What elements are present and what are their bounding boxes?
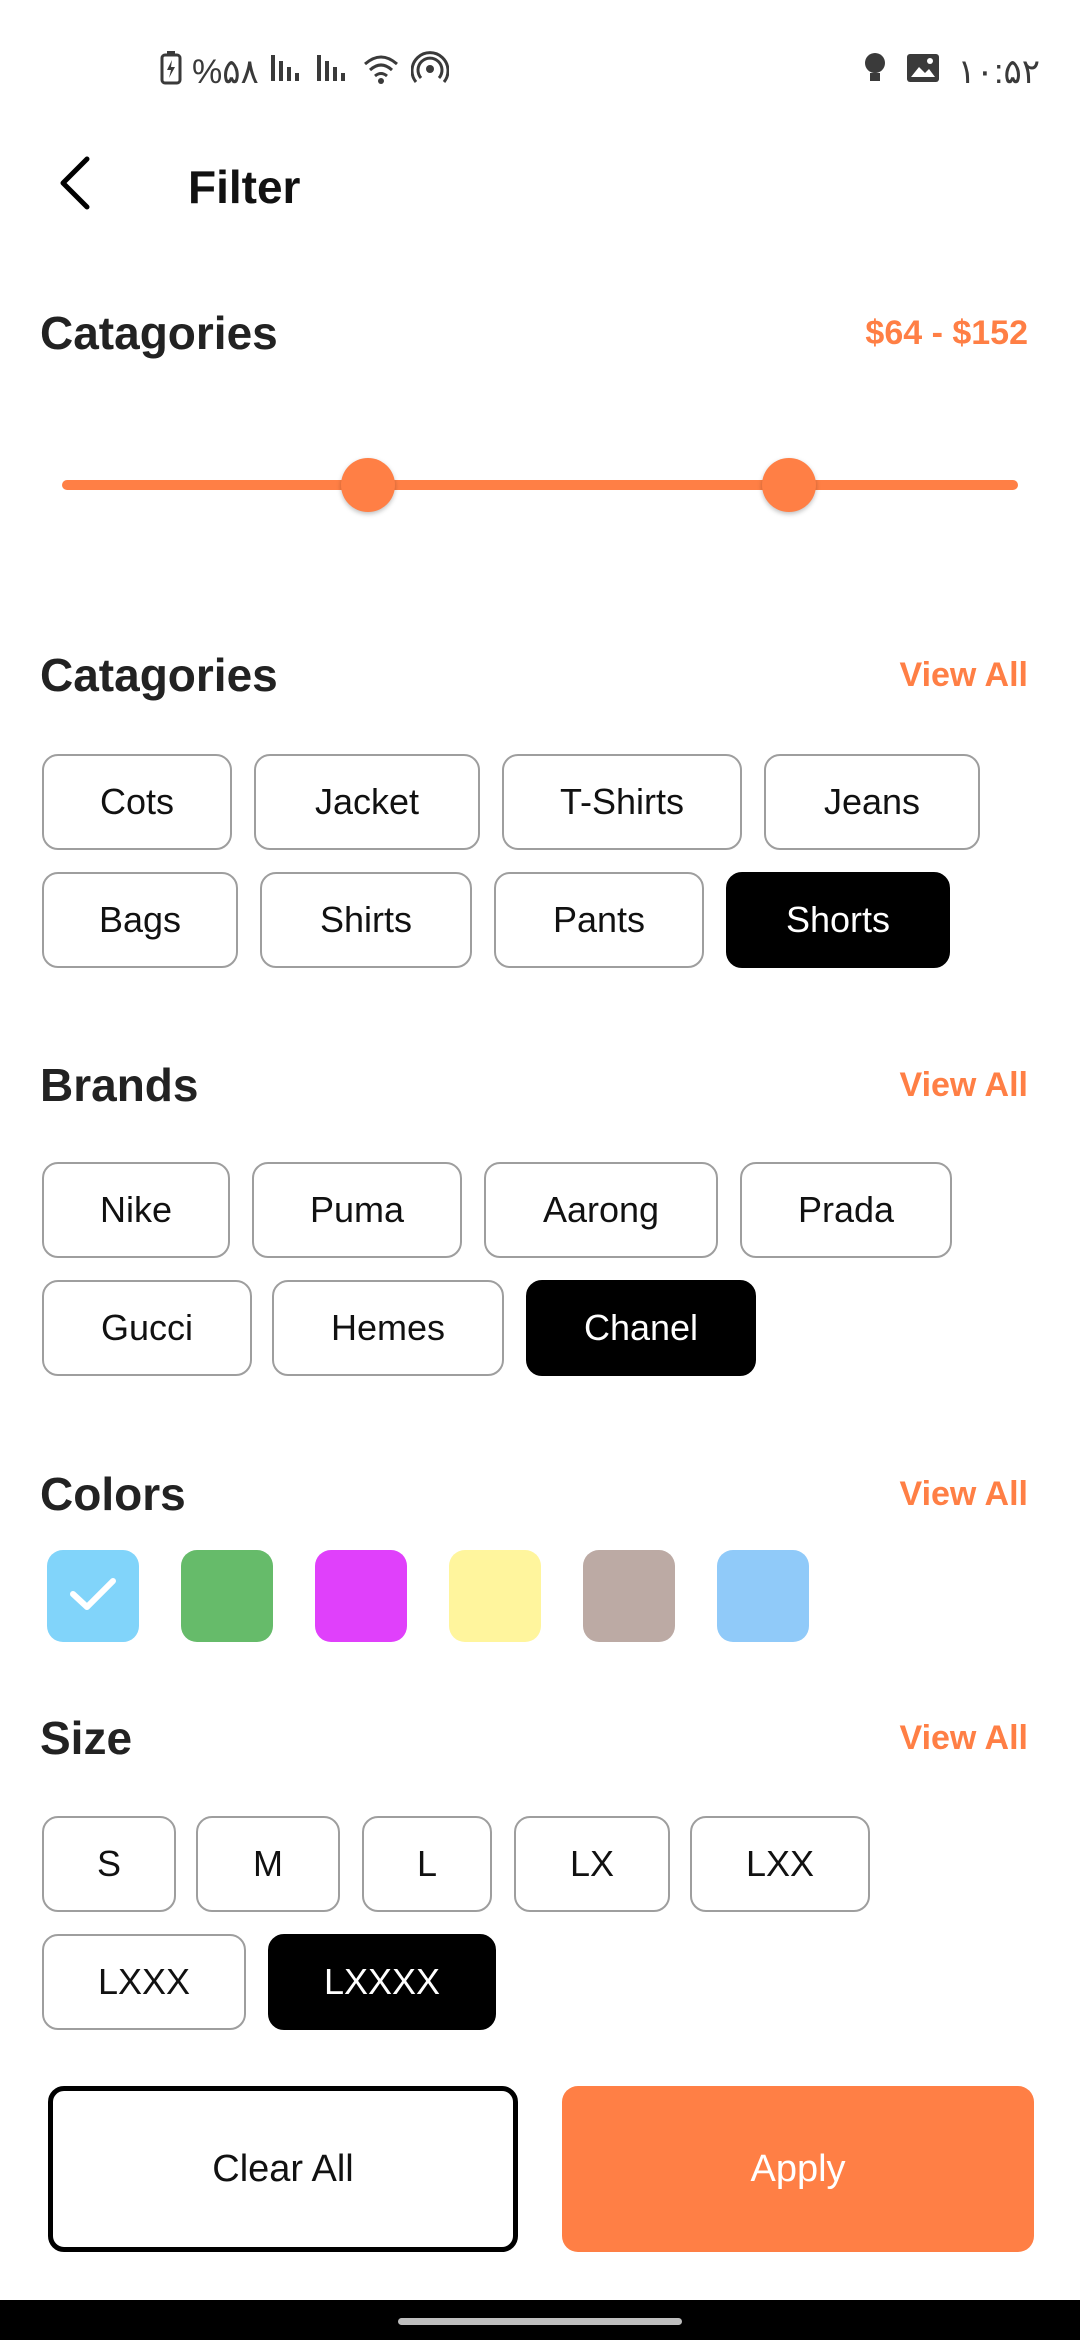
brand-chip-prada[interactable]: Prada bbox=[740, 1162, 952, 1258]
category-chip-jacket[interactable]: Jacket bbox=[254, 754, 480, 850]
category-chip-jeans[interactable]: Jeans bbox=[764, 754, 980, 850]
price-slider-max-thumb[interactable] bbox=[761, 458, 816, 512]
size-chip-m[interactable]: M bbox=[196, 1816, 340, 1912]
categories-section-title: Catagories bbox=[40, 649, 278, 701]
colors-section-title: Colors bbox=[40, 1468, 186, 1520]
category-chip-shirts[interactable]: Shirts bbox=[260, 872, 472, 968]
price-slider-min-thumb[interactable] bbox=[340, 458, 395, 512]
category-chip-shorts[interactable]: Shorts bbox=[726, 872, 950, 968]
bulb-icon bbox=[862, 51, 888, 94]
size-chip-lxx[interactable]: LXX bbox=[690, 1816, 870, 1912]
hotspot-icon bbox=[410, 50, 450, 94]
category-chip-t-shirts[interactable]: T-Shirts bbox=[502, 754, 742, 850]
battery-icon bbox=[160, 50, 182, 94]
size-chip-lx[interactable]: LX bbox=[514, 1816, 670, 1912]
color-swatch-light-blue[interactable] bbox=[47, 1550, 139, 1642]
clear-all-button[interactable]: Clear All bbox=[48, 2086, 518, 2252]
colors-view-all-link[interactable]: View All bbox=[900, 1475, 1029, 1514]
color-swatch-sky-blue[interactable] bbox=[717, 1550, 809, 1642]
category-chip-pants[interactable]: Pants bbox=[494, 872, 704, 968]
color-swatch-green[interactable] bbox=[181, 1550, 273, 1642]
check-icon bbox=[67, 1574, 119, 1619]
size-section-title: Size bbox=[40, 1712, 133, 1764]
color-swatch-magenta[interactable] bbox=[315, 1550, 407, 1642]
signal-icon bbox=[269, 53, 305, 92]
brand-chip-chanel[interactable]: Chanel bbox=[526, 1280, 756, 1376]
size-chip-lxxxx[interactable]: LXXXX bbox=[268, 1934, 496, 2030]
size-view-all-link[interactable]: View All bbox=[900, 1719, 1029, 1758]
apply-button[interactable]: Apply bbox=[562, 2086, 1034, 2252]
size-chip-lxxx[interactable]: LXXX bbox=[42, 1934, 246, 2030]
brands-view-all-link[interactable]: View All bbox=[900, 1066, 1029, 1105]
size-chip-s[interactable]: S bbox=[42, 1816, 176, 1912]
back-arrow-icon bbox=[55, 155, 95, 216]
status-bar-right: ۱۰:۵۲ bbox=[862, 50, 1041, 94]
brand-chip-puma[interactable]: Puma bbox=[252, 1162, 462, 1258]
brand-chip-aarong[interactable]: Aarong bbox=[484, 1162, 718, 1258]
color-swatch-taupe[interactable] bbox=[583, 1550, 675, 1642]
image-icon bbox=[906, 53, 940, 92]
status-bar-left: %۵۸ bbox=[160, 50, 450, 94]
price-slider-track[interactable] bbox=[62, 480, 1018, 490]
wifi-icon bbox=[361, 52, 401, 93]
signal-icon-2 bbox=[315, 53, 351, 92]
category-chip-cots[interactable]: Cots bbox=[42, 754, 232, 850]
battery-percent: %۵۸ bbox=[192, 53, 259, 91]
clock: ۱۰:۵۲ bbox=[957, 53, 1041, 91]
size-chip-l[interactable]: L bbox=[362, 1816, 492, 1912]
price-section-title: Catagories bbox=[40, 307, 278, 359]
back-button[interactable] bbox=[40, 150, 110, 220]
color-swatch-yellow[interactable] bbox=[449, 1550, 541, 1642]
brand-chip-hemes[interactable]: Hemes bbox=[272, 1280, 504, 1376]
brand-chip-nike[interactable]: Nike bbox=[42, 1162, 230, 1258]
price-range-label: $64 - $152 bbox=[865, 314, 1028, 352]
home-indicator[interactable] bbox=[398, 2318, 682, 2325]
categories-view-all-link[interactable]: View All bbox=[900, 656, 1029, 695]
category-chip-bags[interactable]: Bags bbox=[42, 872, 238, 968]
brands-section-title: Brands bbox=[40, 1059, 199, 1111]
page-title: Filter bbox=[188, 161, 301, 213]
brand-chip-gucci[interactable]: Gucci bbox=[42, 1280, 252, 1376]
